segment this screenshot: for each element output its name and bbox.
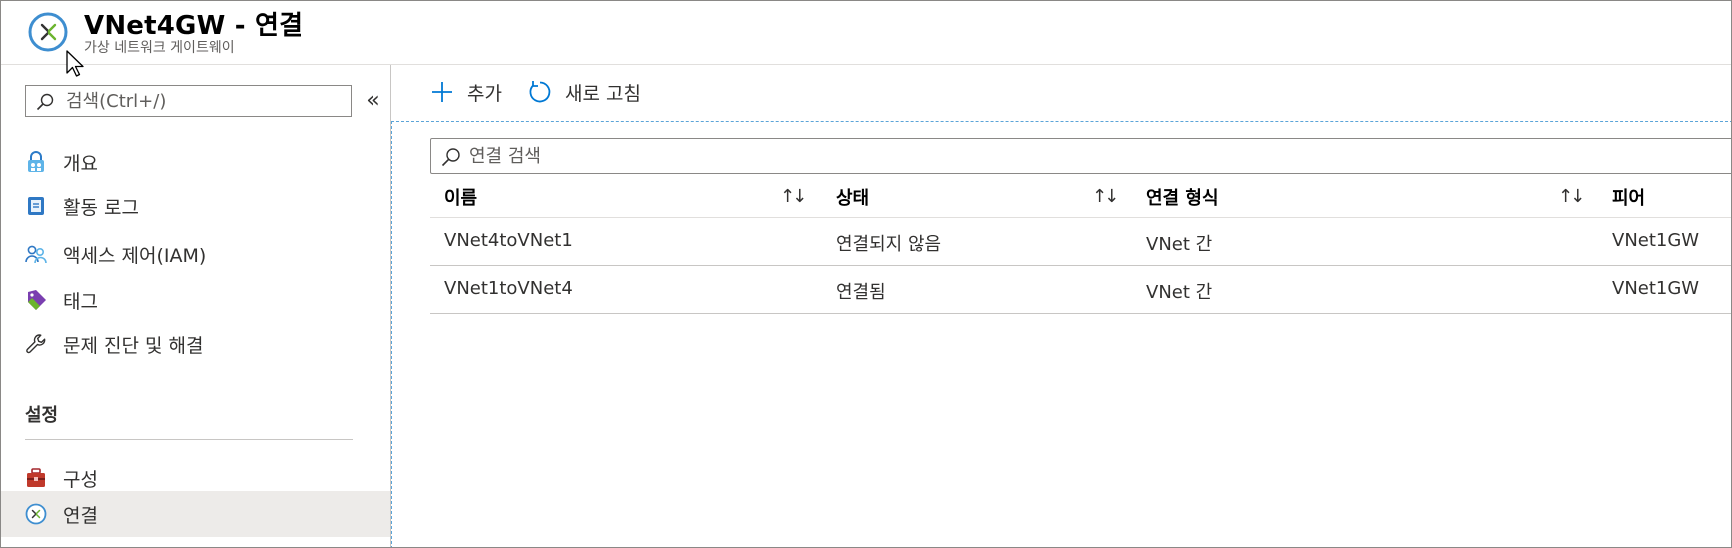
- tag-icon: [28, 290, 46, 310]
- sidebar-item-connections[interactable]: 연결: [1, 491, 390, 537]
- connections-panel: 이름 ↑↓ 상태 ↑↓ 연결 형식 ↑↓ 피어 VNet4toVNet1 연결되…: [391, 121, 1731, 547]
- connection-icon: [25, 503, 47, 525]
- blade-header: VNet4GW - 연결 가상 네트워크 게이트웨이: [1, 1, 1731, 65]
- sort-type-icon[interactable]: ↑↓: [1558, 186, 1585, 207]
- page-subtitle: 가상 네트워크 게이트웨이: [84, 40, 235, 56]
- cell-status: 연결됨: [836, 282, 886, 303]
- sidebar-item-label: 구성: [63, 469, 98, 491]
- section-title-settings: 설정: [25, 405, 59, 426]
- column-header-peer[interactable]: 피어: [1612, 184, 1645, 210]
- command-bar: 추가 새로 고침: [391, 65, 1731, 121]
- cell-status: 연결되지 않음: [836, 234, 942, 255]
- search-icon: [441, 148, 460, 167]
- search-icon: [36, 93, 54, 111]
- sidebar-item-overview[interactable]: 개요: [1, 139, 390, 185]
- sidebar-item-label: 태그: [63, 291, 98, 313]
- add-button[interactable]: 추가: [429, 75, 519, 107]
- table-row[interactable]: VNet4toVNet1 연결되지 않음 VNet 간 VNet1GW: [430, 218, 1731, 266]
- sidebar-item-activity-log[interactable]: 활동 로그: [1, 183, 390, 229]
- refresh-icon: [529, 81, 551, 103]
- table-row[interactable]: VNet1toVNet4 연결됨 VNet 간 VNet1GW: [430, 266, 1731, 314]
- sidebar-item-label: 액세스 제어(IAM): [63, 245, 207, 267]
- wrench-icon: [26, 334, 46, 354]
- cell-peer: VNet1GW: [1612, 230, 1700, 251]
- refresh-button-label: 새로 고침: [565, 83, 641, 105]
- sidebar-item-access-control[interactable]: 액세스 제어(IAM): [1, 231, 390, 277]
- sidebar-item-label: 개요: [63, 153, 98, 175]
- activity-log-icon: [28, 197, 44, 215]
- cell-peer: VNet1GW: [1612, 278, 1700, 299]
- sidebar-item-tags[interactable]: 태그: [1, 277, 390, 323]
- menu-search-input[interactable]: [66, 86, 346, 116]
- column-header-type[interactable]: 연결 형식: [1146, 184, 1219, 210]
- sidebar-item-diagnose[interactable]: 문제 진단 및 해결: [1, 321, 390, 367]
- connections-search-box[interactable]: [430, 138, 1731, 174]
- column-header-name[interactable]: 이름: [444, 184, 477, 210]
- resource-menu: « 개요 활동 로그: [1, 65, 391, 547]
- sidebar-item-label: 연결: [63, 505, 98, 527]
- sidebar-item-label: 문제 진단 및 해결: [63, 335, 204, 357]
- cell-type: VNet 간: [1146, 234, 1213, 255]
- add-button-label: 추가: [467, 83, 502, 105]
- sort-status-icon[interactable]: ↑↓: [1092, 186, 1119, 207]
- column-header-status[interactable]: 상태: [836, 184, 869, 210]
- main-content: 추가 새로 고침 이름 ↑↓: [391, 65, 1731, 547]
- sidebar-item-label: 활동 로그: [63, 197, 139, 219]
- collapse-menu-button[interactable]: «: [363, 87, 383, 115]
- app-window: VNet4GW - 연결 가상 네트워크 게이트웨이 « 개요: [0, 0, 1732, 548]
- table-header: 이름 ↑↓ 상태 ↑↓ 연결 형식 ↑↓ 피어: [430, 174, 1731, 218]
- menu-search-box[interactable]: [25, 85, 352, 117]
- cell-name[interactable]: VNet4toVNet1: [444, 230, 573, 251]
- plus-icon: [432, 82, 452, 102]
- section-divider: [25, 439, 353, 440]
- connections-table: 이름 ↑↓ 상태 ↑↓ 연결 형식 ↑↓ 피어 VNet4toVNet1 연결되…: [430, 174, 1731, 314]
- mouse-cursor-icon: [66, 50, 84, 77]
- lock-people-icon: [28, 151, 44, 172]
- vnet-gateway-icon: [28, 12, 68, 52]
- people-icon: [25, 245, 47, 264]
- connections-search-input[interactable]: [469, 140, 1669, 172]
- sort-name-icon[interactable]: ↑↓: [780, 186, 807, 207]
- cell-type: VNet 간: [1146, 282, 1213, 303]
- toolbox-icon: [27, 468, 45, 487]
- refresh-button[interactable]: 새로 고침: [527, 75, 667, 107]
- cell-name[interactable]: VNet1toVNet4: [444, 278, 573, 299]
